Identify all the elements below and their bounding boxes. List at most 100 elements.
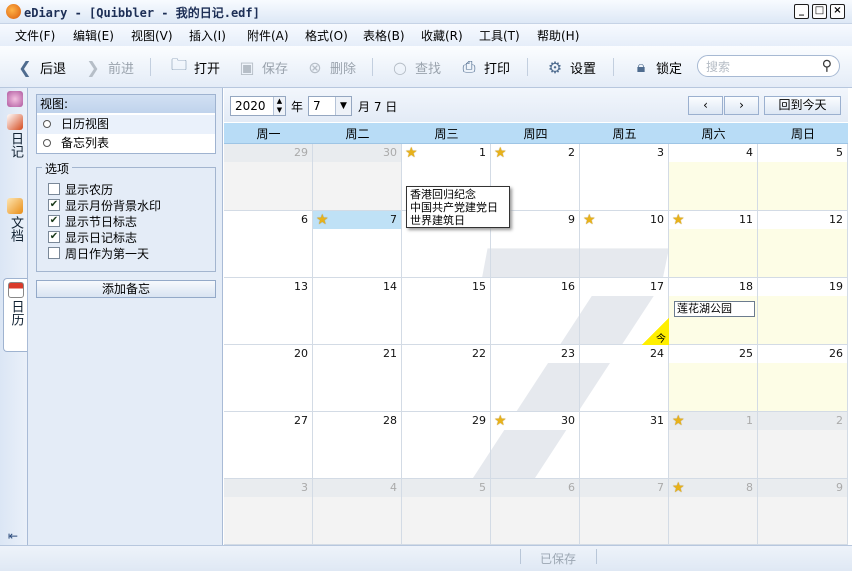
menu-insert[interactable]: 插入(I) [189,27,226,44]
option-sunday-first[interactable]: 周日作为第一天 [48,245,149,261]
options-title: 选项 [42,160,73,177]
day-number: 24 [650,347,664,360]
status-separator [596,549,597,564]
tab-settings-flower[interactable] [3,91,27,109]
lock-button[interactable]: 🔒︎ 锁定 [632,56,682,78]
option-lunar[interactable]: 显示农历 [48,181,113,197]
print-button[interactable]: ⎙ 打印 [460,56,510,78]
day-cell[interactable]: ★ 1 [669,412,758,479]
day-cell[interactable]: ★ 10 [580,211,669,278]
tab-diary[interactable]: 日记 [3,114,27,158]
day-cell[interactable]: 5 [402,479,491,545]
diary-star-icon[interactable]: ★ [494,413,507,429]
search-icon[interactable]: ⚲ [822,58,832,74]
next-month-button[interactable]: › [724,96,759,115]
menu-help[interactable]: 帮助(H) [537,27,579,44]
day-cell[interactable]: 28 [313,412,402,479]
day-cell[interactable]: 30 [313,144,402,211]
open-button[interactable]: 🗀 打开 [170,55,220,78]
menu-view[interactable]: 视图(V) [131,27,173,44]
menu-tools[interactable]: 工具(T) [479,27,520,44]
day-cell[interactable]: 7 [580,479,669,545]
diary-star-icon[interactable]: ★ [672,212,685,228]
diary-star-icon[interactable]: ★ [672,480,685,496]
day-cell[interactable]: 4 [669,144,758,211]
dropdown-icon[interactable]: ▼ [335,97,351,115]
view-option-calendar[interactable]: 日历视图 [37,115,215,134]
menu-format[interactable]: 格式(O) [305,27,348,44]
day-cell[interactable]: 6 [491,479,580,545]
day-cell[interactable]: ★ 30 [491,412,580,479]
find-button[interactable]: ○ 查找 [391,56,441,78]
day-cell[interactable]: 14 [313,278,402,345]
day-cell[interactable]: 26 [758,345,848,412]
tab-calendar[interactable]: 日历 [3,278,27,352]
day-cell[interactable]: 6 [224,211,313,278]
checkbox[interactable] [48,183,60,195]
option-month-watermark[interactable]: ✔ 显示月份背景水印 [48,197,161,213]
day-cell[interactable]: 23 [491,345,580,412]
view-option-memo-list[interactable]: 备忘列表 [37,134,215,153]
day-cell[interactable]: 16 [491,278,580,345]
day-cell[interactable]: ★ 11 [669,211,758,278]
year-spinner[interactable]: 2020 ▲ ▼ [230,96,286,116]
day-cell[interactable]: 29 [402,412,491,479]
settings-button[interactable]: ⚙ 设置 [546,56,596,78]
menu-favorites[interactable]: 收藏(R) [421,27,463,44]
diary-star-icon[interactable]: ★ [405,145,418,161]
checkbox[interactable]: ✔ [48,199,60,211]
back-button[interactable]: ❮ 后退 [16,56,66,78]
delete-button[interactable]: ⊗ 删除 [306,56,356,78]
day-cell[interactable]: 21 [313,345,402,412]
day-cell[interactable]: 13 [224,278,313,345]
day-cell[interactable]: 20 [224,345,313,412]
memo-entry[interactable]: 莲花湖公园 [674,301,755,317]
maximize-icon[interactable]: □ [812,4,827,19]
menu-table[interactable]: 表格(B) [363,27,405,44]
day-cell[interactable]: 19 [758,278,848,345]
day-cell[interactable]: 4 [313,479,402,545]
today-button[interactable]: 回到今天 [764,96,841,115]
checkbox[interactable]: ✔ [48,215,60,227]
day-cell[interactable]: 27 [224,412,313,479]
search-input[interactable]: 搜索 ⚲ [697,55,840,77]
menu-edit[interactable]: 编辑(E) [73,27,114,44]
tab-docs[interactable]: 文档 [3,198,27,242]
forward-button[interactable]: ❯ 前进 [84,56,134,78]
day-cell[interactable]: 29 [224,144,313,211]
day-cell[interactable]: 3 [224,479,313,545]
checkbox[interactable]: ✔ [48,231,60,243]
day-cell[interactable]: 24 [580,345,669,412]
day-cell[interactable]: ★ 8 [669,479,758,545]
diary-star-icon[interactable]: ★ [583,212,596,228]
close-icon[interactable]: × [830,4,845,19]
day-number: 27 [294,414,308,427]
option-holiday-mark[interactable]: ✔ 显示节日标志 [48,213,137,229]
diary-star-icon[interactable]: ★ [316,212,329,228]
collapse-panel-icon[interactable]: ⇤ [8,529,18,543]
save-button[interactable]: ▣ 保存 [238,56,288,78]
menu-file[interactable]: 文件(F) [15,27,55,44]
month-select[interactable]: 7 ▼ [308,96,352,116]
day-header [402,479,490,497]
diary-star-icon[interactable]: ★ [494,145,507,161]
day-cell[interactable]: 2 [758,412,848,479]
day-cell[interactable]: 9 [758,479,848,545]
diary-star-icon[interactable]: ★ [672,413,685,429]
prev-month-button[interactable]: ‹ [688,96,723,115]
day-cell[interactable]: 31 [580,412,669,479]
lock-label: 锁定 [656,61,683,77]
day-cell[interactable]: 22 [402,345,491,412]
day-cell[interactable]: 15 [402,278,491,345]
spinner-arrows-icon[interactable]: ▲ ▼ [273,97,285,115]
day-cell[interactable]: 5 [758,144,848,211]
day-cell[interactable]: 25 [669,345,758,412]
menu-attach[interactable]: 附件(A) [247,27,289,44]
checkbox[interactable] [48,247,60,259]
add-memo-button[interactable]: 添加备忘 [36,280,216,298]
day-cell[interactable]: 3 [580,144,669,211]
day-cell[interactable]: ★ 7 [313,211,402,278]
minimize-icon[interactable]: _ [794,4,809,19]
day-cell[interactable]: 12 [758,211,848,278]
option-diary-mark[interactable]: ✔ 显示日记标志 [48,229,137,245]
